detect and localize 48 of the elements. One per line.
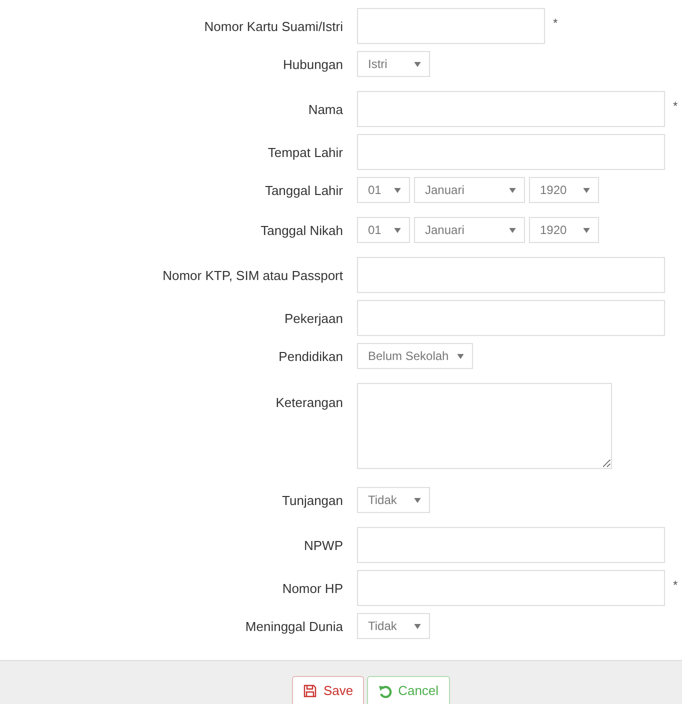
field-label: Nomor Kartu Suami/Istri — [203, 18, 343, 34]
text-area[interactable] — [357, 383, 612, 469]
field-label: Meninggal Dunia — [244, 618, 343, 634]
month-dropdown[interactable]: Januari — [414, 217, 525, 243]
field-label: Nama — [307, 102, 343, 116]
caret-icon — [509, 188, 516, 192]
day-dropdown[interactable]: 01 — [357, 217, 410, 243]
dropdown[interactable]: Belum Sekolah — [357, 343, 473, 369]
caret-icon — [414, 498, 421, 502]
field-label: Nomor HP — [281, 580, 343, 596]
field-label: Pekerjaan — [283, 310, 343, 326]
caret-icon — [583, 188, 590, 192]
year-dropdown[interactable]: 1920 — [529, 217, 599, 243]
field-label: Nomor KTP, SIM atau Passport — [162, 268, 343, 282]
text-field[interactable] — [357, 8, 545, 44]
year-dropdown[interactable]: 1920 — [529, 177, 599, 203]
field-label: Tanggal Lahir — [264, 182, 343, 198]
save-button[interactable]: Save — [292, 676, 364, 704]
field-label: NPWP — [303, 538, 343, 552]
cancel-button[interactable]: Cancel — [367, 676, 450, 704]
caret-icon — [394, 228, 401, 232]
field-label: Hubungan — [282, 56, 343, 72]
month-dropdown[interactable]: Januari — [414, 177, 525, 203]
text-field[interactable] — [357, 300, 665, 336]
text-field[interactable] — [357, 527, 665, 563]
text-field[interactable] — [357, 91, 665, 127]
caret-icon — [509, 228, 516, 232]
dropdown[interactable]: Tidak — [357, 613, 430, 639]
day-dropdown[interactable]: 01 — [357, 177, 410, 203]
required-mark: * — [673, 99, 678, 113]
caret-icon — [414, 624, 421, 628]
dropdown[interactable]: Istri — [357, 51, 430, 77]
text-field[interactable] — [357, 570, 665, 606]
caret-icon — [583, 228, 590, 232]
caret-icon — [456, 354, 464, 358]
caret-icon — [414, 62, 421, 66]
text-field[interactable] — [357, 134, 665, 170]
field-label: Keterangan — [274, 394, 343, 410]
dropdown[interactable]: Tidak — [357, 487, 430, 513]
text-field[interactable] — [357, 257, 665, 293]
caret-icon — [394, 188, 401, 192]
undo-icon — [378, 684, 392, 698]
field-label: Pendidikan — [278, 348, 343, 364]
field-label: Tanggal Nikah — [260, 222, 343, 238]
required-mark: * — [553, 16, 558, 30]
field-label: Tunjangan — [281, 492, 343, 508]
field-label: Tempat Lahir — [266, 144, 343, 160]
required-mark: * — [673, 578, 678, 592]
